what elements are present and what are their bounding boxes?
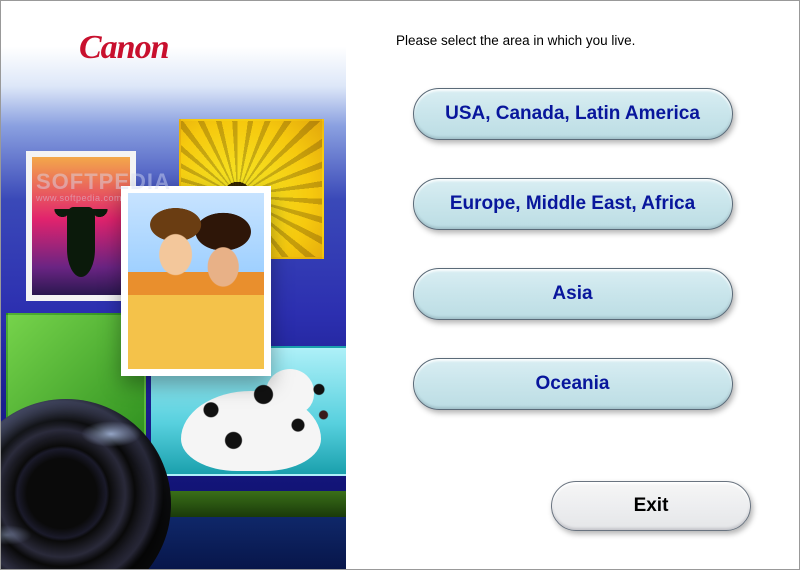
right-panel: Please select the area in which you live…	[346, 1, 799, 569]
exit-button-container: Exit	[551, 481, 751, 531]
watermark-title: SOFTPEDIA	[36, 169, 171, 195]
region-button-usa-canada-latin-america[interactable]: USA, Canada, Latin America	[413, 88, 733, 140]
left-graphic-panel: Canon SOFTPEDIA www.softpedia.com	[1, 1, 346, 569]
exit-button[interactable]: Exit	[551, 481, 751, 531]
region-button-group: USA, Canada, Latin America Europe, Middl…	[386, 88, 759, 410]
collage-kids-photo	[121, 186, 271, 376]
collage-dalmatian	[181, 391, 321, 471]
region-button-europe-middle-east-africa[interactable]: Europe, Middle East, Africa	[413, 178, 733, 230]
region-button-asia[interactable]: Asia	[413, 268, 733, 320]
installer-window: Canon SOFTPEDIA www.softpedia.com Please…	[1, 1, 799, 569]
region-button-oceania[interactable]: Oceania	[413, 358, 733, 410]
instruction-text: Please select the area in which you live…	[396, 33, 759, 48]
softpedia-watermark: SOFTPEDIA www.softpedia.com	[36, 169, 171, 203]
canon-logo: Canon	[79, 29, 169, 67]
